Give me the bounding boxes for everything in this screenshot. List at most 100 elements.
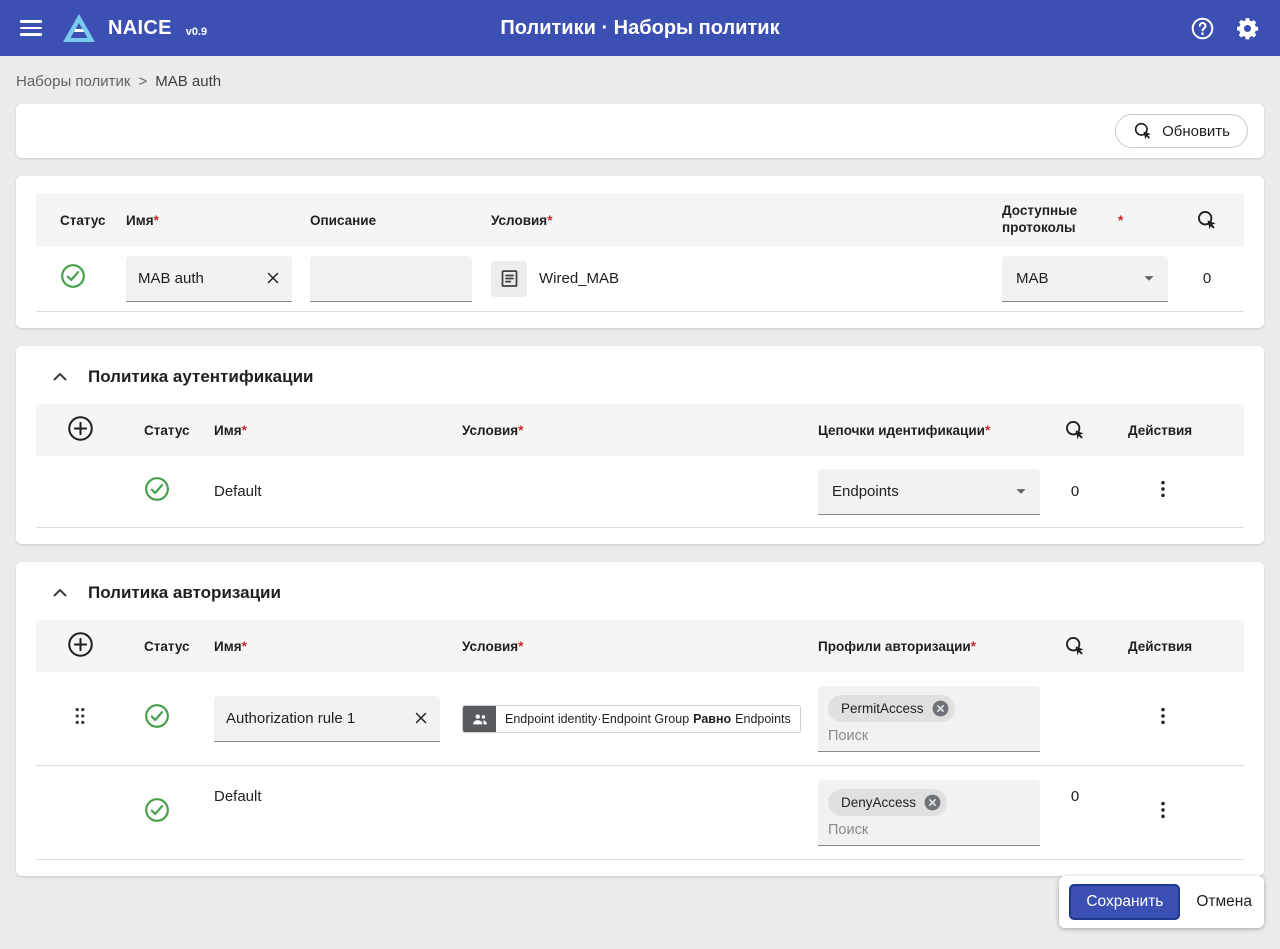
endpoint-group-icon xyxy=(463,705,496,732)
authorization-profiles-field[interactable]: DenyAccess xyxy=(818,779,1040,846)
chevron-up-icon xyxy=(53,373,67,381)
authorization-rule-name-input[interactable] xyxy=(226,709,410,727)
collapse-authentication-button[interactable] xyxy=(46,363,74,391)
policy-set-name-field[interactable] xyxy=(126,255,292,302)
app-bar: NAICE v0.9 Политики · Наборы политик xyxy=(0,0,1280,56)
authorization-rule-name-field[interactable] xyxy=(214,695,440,742)
status-enabled-button[interactable] xyxy=(144,703,170,729)
policy-set-row: Wired_MAB MAB 0 xyxy=(36,246,1244,312)
remove-profile-button[interactable] xyxy=(931,699,950,718)
chip-remove-icon xyxy=(932,700,948,716)
gear-icon xyxy=(1237,17,1259,39)
app-title: NAICE xyxy=(108,16,172,39)
header-hits xyxy=(1022,635,1108,657)
header-actions: Действия xyxy=(1128,422,1193,438)
check-circle-icon xyxy=(145,704,169,728)
naice-logo-icon xyxy=(62,13,96,43)
protocols-select-value: MAB xyxy=(1016,269,1049,287)
condition-attribute: Endpoint identity·Endpoint Group xyxy=(505,711,690,726)
authorization-rule-row: Endpoint identity·Endpoint Group Равно E… xyxy=(36,672,1244,766)
condition-operator: Равно xyxy=(693,711,732,726)
protocols-select[interactable]: MAB xyxy=(1002,255,1168,302)
authorization-default-row: Default DenyAccess 0 xyxy=(36,766,1244,860)
check-circle-icon xyxy=(145,477,169,501)
status-enabled-button[interactable] xyxy=(60,263,86,289)
check-circle-icon xyxy=(145,798,169,822)
policy-set-description-field[interactable] xyxy=(310,255,472,302)
row-actions-menu-button[interactable] xyxy=(1152,799,1174,821)
row-actions-menu-button[interactable] xyxy=(1152,478,1174,500)
add-authentication-rule-button[interactable] xyxy=(67,415,94,442)
drag-handle-icon xyxy=(75,707,85,725)
drag-handle[interactable] xyxy=(69,705,91,727)
policy-set-card: Статус Имя* Описание Условия* Доступные … xyxy=(16,176,1264,328)
help-icon xyxy=(1191,17,1214,39)
chevron-down-icon xyxy=(1144,276,1154,281)
header-profiles: Профили авторизации* xyxy=(818,638,976,654)
policy-set-description-input[interactable] xyxy=(322,269,464,287)
refresh-hits-button[interactable]: Обновить xyxy=(1115,114,1248,148)
document-list-icon xyxy=(501,270,517,287)
status-enabled-button[interactable] xyxy=(144,797,170,823)
profile-chip: DenyAccess xyxy=(828,788,948,816)
hits-value: 0 xyxy=(1070,482,1080,500)
policy-set-condition-cell: Wired_MAB xyxy=(491,260,1002,297)
app-bar-left: NAICE v0.9 xyxy=(18,13,207,43)
settings-button[interactable] xyxy=(1233,14,1262,43)
breadcrumb-current: MAB auth xyxy=(155,73,222,90)
row-actions-menu-button[interactable] xyxy=(1152,705,1174,727)
menu-button[interactable] xyxy=(18,18,44,38)
header-name: Имя* xyxy=(214,638,247,654)
profile-search-input[interactable] xyxy=(828,821,1030,838)
authentication-policy-card: Политика аутентификации Статус Имя* Усло… xyxy=(16,346,1264,544)
header-conditions: Условия* xyxy=(462,638,524,654)
header-identity: Цепочки идентификации* xyxy=(818,422,991,438)
kebab-menu-icon xyxy=(1161,801,1165,819)
identity-store-select[interactable]: Endpoints xyxy=(818,468,1040,515)
close-icon xyxy=(415,712,427,724)
profile-search-input[interactable] xyxy=(828,727,1030,744)
hit-counter-icon xyxy=(1066,637,1084,656)
rule-name: Default xyxy=(214,482,262,500)
policy-set-table-header: Статус Имя* Описание Условия* Доступные … xyxy=(36,194,1244,246)
header-hits xyxy=(1022,419,1108,441)
footer-actions: Сохранить Отмена xyxy=(1059,876,1264,928)
authorization-section-header: Политика авторизации xyxy=(36,562,1244,620)
clear-name-button[interactable] xyxy=(262,267,284,289)
authorization-condition-chip[interactable]: Endpoint identity·Endpoint Group Равно E… xyxy=(462,704,801,733)
identity-store-value: Endpoints xyxy=(832,482,899,500)
plus-circle-icon xyxy=(67,632,93,657)
authorization-profiles-field[interactable]: PermitAccess xyxy=(818,685,1040,752)
header-protocols: Доступные протоколы * xyxy=(1002,203,1124,235)
header-name: Имя* xyxy=(214,422,247,438)
rule-name: Default xyxy=(214,788,262,805)
remove-profile-button[interactable] xyxy=(923,793,942,812)
profile-chip-label: PermitAccess xyxy=(841,700,924,716)
header-status: Статус xyxy=(144,638,190,654)
profile-chip: PermitAccess xyxy=(828,694,955,722)
hit-counter-icon xyxy=(1066,421,1084,440)
header-conditions: Условия* xyxy=(462,422,524,438)
status-enabled-button[interactable] xyxy=(144,476,170,502)
close-icon xyxy=(267,272,279,284)
chevron-up-icon xyxy=(53,589,67,597)
condition-value[interactable]: Wired_MAB xyxy=(539,270,619,287)
help-button[interactable] xyxy=(1188,14,1217,43)
header-hits xyxy=(1178,209,1244,231)
refresh-button-label: Обновить xyxy=(1162,122,1230,140)
clear-name-button[interactable] xyxy=(410,707,432,729)
app-bar-actions xyxy=(1188,14,1262,43)
condition-library-button[interactable] xyxy=(491,260,527,297)
collapse-authorization-button[interactable] xyxy=(46,579,74,607)
check-circle-icon xyxy=(61,264,85,288)
save-button[interactable]: Сохранить xyxy=(1069,884,1181,920)
app-version: v0.9 xyxy=(185,25,208,38)
header-status: Статус xyxy=(144,422,190,438)
add-authorization-rule-button[interactable] xyxy=(67,631,94,658)
policy-set-name-input[interactable] xyxy=(138,269,262,287)
cancel-button[interactable]: Отмена xyxy=(1196,893,1252,911)
authorization-policy-card: Политика авторизации Статус Имя* Условия… xyxy=(16,562,1264,876)
authentication-rule-row: Default Endpoints 0 xyxy=(36,456,1244,528)
breadcrumb-policy-sets-link[interactable]: Наборы политик xyxy=(16,73,130,90)
breadcrumb-separator: > xyxy=(138,73,148,90)
